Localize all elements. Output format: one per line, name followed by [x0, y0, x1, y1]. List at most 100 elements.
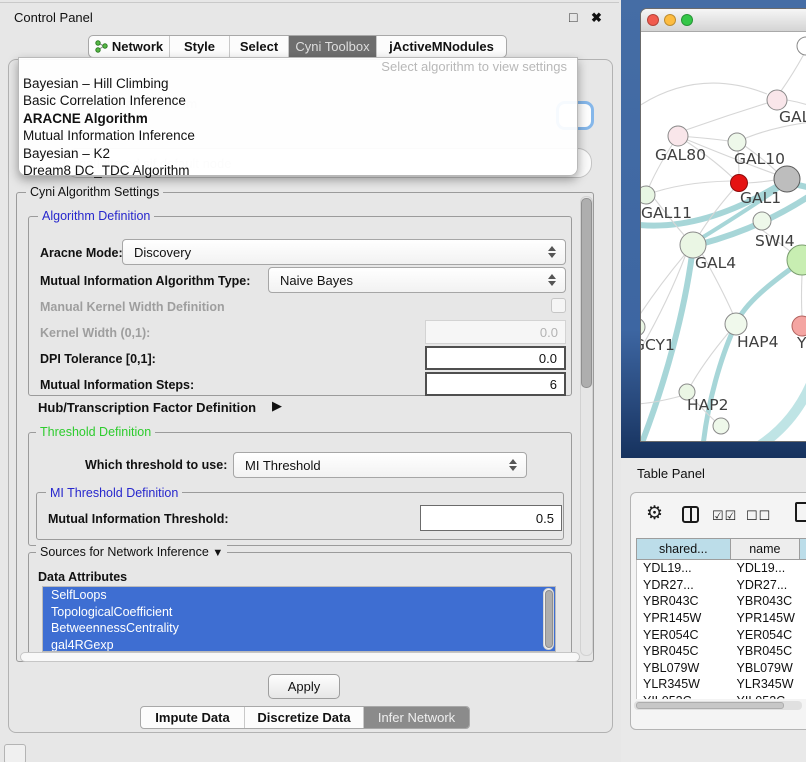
column-header-name[interactable]: name	[731, 539, 801, 559]
network-edge[interactable]	[787, 100, 806, 106]
tab-jactivemnodules[interactable]: jActiveMNodules	[376, 36, 506, 57]
collapse-expander-icon[interactable]: ▼	[212, 547, 223, 559]
table-row[interactable]: YIL052CYIL052C0	[637, 693, 806, 699]
table-cell: YIL052C	[637, 694, 731, 699]
tab-network[interactable]: Network	[89, 36, 169, 57]
algorithm-item[interactable]: Mutual Information Inference	[19, 127, 577, 144]
network-node[interactable]	[767, 90, 787, 110]
settings-scrollbar-thumb[interactable]	[581, 198, 592, 388]
table-row[interactable]: YBR043CYBR043C	[637, 593, 806, 610]
table-row[interactable]: YBL079WYBL079W	[637, 660, 806, 677]
select-all-icon[interactable]: ☑☑	[712, 508, 737, 524]
table-hscrollbar-thumb[interactable]	[636, 702, 784, 709]
network-canvas[interactable]: GALGAL80GAL10GAL1GAL11SWI4GAL4GCY1HAP4YH…	[641, 32, 806, 442]
list-item[interactable]: TopologicalCoefficient	[43, 604, 555, 621]
network-window-titlebar[interactable]	[641, 9, 806, 32]
network-edge[interactable]	[641, 83, 767, 110]
settings-hscrollbar[interactable]	[20, 652, 580, 662]
list-item[interactable]: BetweennessCentrality	[43, 620, 555, 637]
float-window-icon[interactable]: □	[569, 9, 577, 25]
network-edge[interactable]	[759, 384, 806, 442]
gear-icon[interactable]: ⚙	[646, 502, 663, 525]
network-node[interactable]	[713, 418, 729, 434]
deselect-all-icon[interactable]: ☐☐	[746, 508, 771, 524]
table-row[interactable]: YER054CYER054C8.	[637, 626, 806, 643]
table-cell: 9.	[800, 644, 806, 658]
tab-discretize-data[interactable]: Discretize Data	[244, 707, 363, 728]
table-cell: YDL19...	[637, 561, 731, 575]
table-cell: YBR043C	[637, 594, 731, 608]
document-icon[interactable]	[795, 502, 806, 522]
network-node[interactable]	[668, 126, 688, 146]
network-edge[interactable]	[802, 275, 803, 316]
close-icon[interactable]: ✖	[591, 10, 602, 26]
table-cell: 12	[800, 578, 806, 592]
table-row[interactable]: YLR345WYLR345W9.	[637, 676, 806, 693]
table-row[interactable]: YDR27...YDR27...12	[637, 577, 806, 594]
tab-cyni-toolbox[interactable]: Cyni Toolbox	[288, 36, 376, 57]
network-node-label: GAL4	[695, 254, 736, 272]
aracne-mode-combo[interactable]: Discovery	[122, 239, 566, 265]
algorithm-dropdown-placeholder: Select algorithm to view settings	[19, 58, 577, 75]
dpi-tolerance-input[interactable]: 0.0	[425, 346, 566, 370]
tab-style[interactable]: Style	[169, 36, 229, 57]
panel-corner-icon[interactable]	[4, 744, 26, 762]
sources-title: Sources for Network Inference ▼	[36, 545, 227, 559]
network-node[interactable]	[641, 186, 655, 204]
table-cell: YLR345W	[731, 677, 801, 691]
network-node-label: GAL	[779, 108, 806, 126]
network-node[interactable]	[792, 316, 806, 336]
tab-impute-data[interactable]: Impute Data	[141, 707, 244, 728]
close-traffic-icon[interactable]	[647, 14, 659, 26]
hub-expander-icon[interactable]: ▶	[272, 398, 282, 414]
table-row[interactable]: YDL19...YDL19...13	[637, 560, 806, 577]
control-panel-title: Control Panel	[14, 10, 93, 25]
cyni-bottom-tabs: Impute Data Discretize Data Infer Networ…	[140, 706, 470, 729]
mi-steps-input[interactable]: 6	[425, 372, 566, 396]
list-item[interactable]: gal4RGexp	[43, 637, 555, 653]
kernel-width-label: Kernel Width (0,1):	[40, 326, 150, 340]
network-node[interactable]	[753, 212, 771, 230]
table-cell: YDR27...	[731, 578, 801, 592]
kernel-width-input[interactable]: 0.0	[425, 320, 566, 344]
table-row[interactable]: YBR045CYBR045C9.	[637, 643, 806, 660]
column-header-shared[interactable]: shared...	[637, 539, 731, 559]
tab-infer-network[interactable]: Infer Network	[363, 707, 469, 728]
tab-select[interactable]: Select	[229, 36, 288, 57]
algorithm-item[interactable]: Dream8 DC_TDC Algorithm	[19, 162, 577, 179]
network-edge[interactable]	[646, 181, 731, 195]
algorithm-item-selected[interactable]: ARACNE Algorithm	[19, 110, 577, 127]
network-edge[interactable]	[781, 54, 804, 91]
data-attributes-list[interactable]: SelfLoops TopologicalCoefficient Between…	[42, 586, 556, 652]
network-edge[interactable]	[686, 100, 777, 130]
app-screen: Control Panel □ ✖ Network Style Select C…	[0, 0, 806, 762]
apply-button[interactable]: Apply	[268, 674, 340, 699]
minimize-traffic-icon[interactable]	[664, 14, 676, 26]
spinner-arrows-icon	[548, 246, 556, 258]
split-columns-icon[interactable]	[682, 506, 699, 523]
zoom-traffic-icon[interactable]	[681, 14, 693, 26]
table-row[interactable]: YPR145WYPR145W9.	[637, 610, 806, 627]
network-node[interactable]	[728, 133, 746, 151]
column-header-next[interactable]: A	[800, 539, 806, 559]
which-threshold-combo[interactable]: MI Threshold	[233, 452, 527, 478]
algorithm-item[interactable]: Bayesian – K2	[19, 145, 577, 162]
mi-threshold-input[interactable]: 0.5	[420, 505, 562, 531]
table-cell: YDR27...	[637, 578, 731, 592]
network-edge[interactable]	[747, 180, 775, 183]
mi-threshold-definition-title: MI Threshold Definition	[46, 486, 182, 500]
attributes-scrollbar-thumb[interactable]	[545, 590, 553, 648]
network-node[interactable]	[797, 37, 806, 55]
table-cell: 13	[800, 561, 806, 575]
list-item[interactable]: SelfLoops	[43, 587, 555, 604]
network-window[interactable]: GALGAL80GAL10GAL1GAL11SWI4GAL4GCY1HAP4YH…	[640, 8, 806, 442]
hub-definition-label[interactable]: Hub/Transcription Factor Definition	[38, 400, 256, 415]
mi-algorithm-type-combo[interactable]: Naive Bayes	[268, 267, 566, 293]
network-node[interactable]	[725, 313, 747, 335]
network-node-label: GAL1	[740, 189, 781, 207]
algorithm-item[interactable]: Basic Correlation Inference	[19, 92, 577, 109]
network-node[interactable]	[641, 318, 645, 336]
manual-kernel-checkbox[interactable]	[551, 298, 566, 313]
table-cell: YBL079W	[731, 661, 801, 675]
algorithm-item[interactable]: Bayesian – Hill Climbing	[19, 75, 577, 92]
